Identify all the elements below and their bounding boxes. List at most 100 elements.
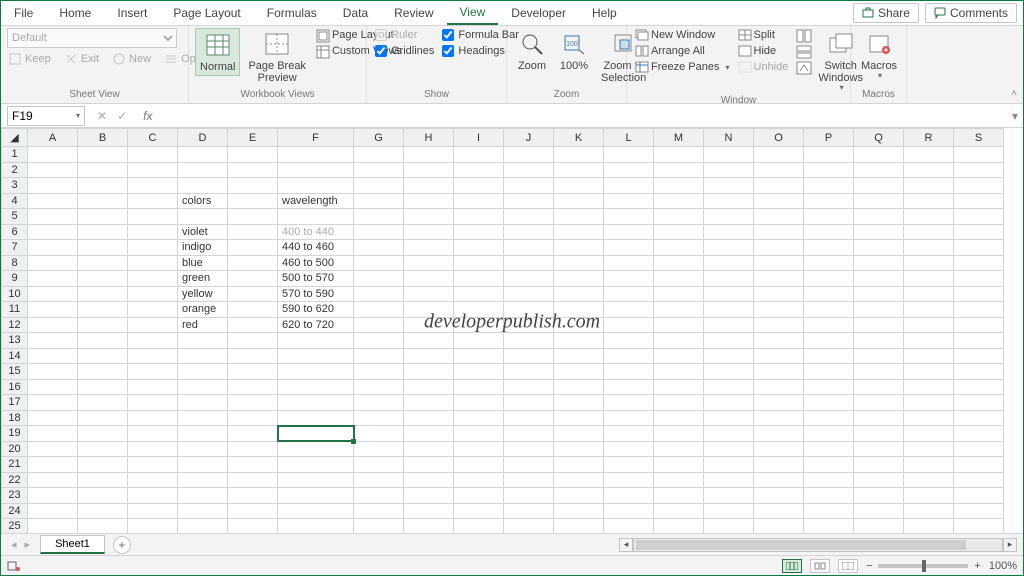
cell-F23[interactable]: [278, 488, 354, 504]
cell-Q18[interactable]: [854, 410, 904, 426]
cell-L12[interactable]: [604, 317, 654, 333]
pagebreak-button[interactable]: Page Break Preview: [244, 28, 309, 86]
cell-E19[interactable]: [228, 426, 278, 442]
scroll-left-button[interactable]: ◂: [619, 538, 633, 552]
cell-R24[interactable]: [904, 503, 954, 519]
cell-L4[interactable]: [604, 193, 654, 209]
cell-O3[interactable]: [754, 178, 804, 194]
cell-J22[interactable]: [504, 472, 554, 488]
cell-A21[interactable]: [28, 457, 78, 473]
cell-G25[interactable]: [354, 519, 404, 534]
cell-G24[interactable]: [354, 503, 404, 519]
cell-H1[interactable]: [404, 147, 454, 163]
cell-G3[interactable]: [354, 178, 404, 194]
cell-H12[interactable]: [404, 317, 454, 333]
cell-R2[interactable]: [904, 162, 954, 178]
cell-H21[interactable]: [404, 457, 454, 473]
cell-R4[interactable]: [904, 193, 954, 209]
cell-K8[interactable]: [554, 255, 604, 271]
cell-G2[interactable]: [354, 162, 404, 178]
cell-M14[interactable]: [654, 348, 704, 364]
cell-P20[interactable]: [804, 441, 854, 457]
cell-S14[interactable]: [954, 348, 1004, 364]
cell-S16[interactable]: [954, 379, 1004, 395]
cell-K10[interactable]: [554, 286, 604, 302]
cell-P4[interactable]: [804, 193, 854, 209]
cell-J13[interactable]: [504, 333, 554, 349]
cell-N12[interactable]: [704, 317, 754, 333]
tab-review[interactable]: Review: [381, 2, 446, 24]
cell-Q2[interactable]: [854, 162, 904, 178]
cell-E1[interactable]: [228, 147, 278, 163]
cell-S22[interactable]: [954, 472, 1004, 488]
cell-N3[interactable]: [704, 178, 754, 194]
cell-A20[interactable]: [28, 441, 78, 457]
cell-N9[interactable]: [704, 271, 754, 287]
cell-G9[interactable]: [354, 271, 404, 287]
cell-N5[interactable]: [704, 209, 754, 225]
cell-J25[interactable]: [504, 519, 554, 534]
cell-E7[interactable]: [228, 240, 278, 256]
cell-C9[interactable]: [128, 271, 178, 287]
cell-M17[interactable]: [654, 395, 704, 411]
cell-F13[interactable]: [278, 333, 354, 349]
new-button[interactable]: New: [111, 52, 153, 66]
cell-I23[interactable]: [454, 488, 504, 504]
cell-K14[interactable]: [554, 348, 604, 364]
cell-K11[interactable]: [554, 302, 604, 318]
cell-E12[interactable]: [228, 317, 278, 333]
cell-B8[interactable]: [78, 255, 128, 271]
cell-P25[interactable]: [804, 519, 854, 534]
cell-J17[interactable]: [504, 395, 554, 411]
cell-Q17[interactable]: [854, 395, 904, 411]
cell-N15[interactable]: [704, 364, 754, 380]
cell-E11[interactable]: [228, 302, 278, 318]
cell-A1[interactable]: [28, 147, 78, 163]
cell-D21[interactable]: [178, 457, 228, 473]
cell-O1[interactable]: [754, 147, 804, 163]
cell-C13[interactable]: [128, 333, 178, 349]
cell-H23[interactable]: [404, 488, 454, 504]
cell-K15[interactable]: [554, 364, 604, 380]
cell-F20[interactable]: [278, 441, 354, 457]
cell-R16[interactable]: [904, 379, 954, 395]
cell-L22[interactable]: [604, 472, 654, 488]
tab-home[interactable]: Home: [46, 2, 104, 24]
cell-B11[interactable]: [78, 302, 128, 318]
cell-K23[interactable]: [554, 488, 604, 504]
cell-A7[interactable]: [28, 240, 78, 256]
cell-M16[interactable]: [654, 379, 704, 395]
cell-N13[interactable]: [704, 333, 754, 349]
cell-K12[interactable]: [554, 317, 604, 333]
cell-R9[interactable]: [904, 271, 954, 287]
cell-C6[interactable]: [128, 224, 178, 240]
cell-P9[interactable]: [804, 271, 854, 287]
cell-M9[interactable]: [654, 271, 704, 287]
tab-developer[interactable]: Developer: [498, 2, 579, 24]
cell-K22[interactable]: [554, 472, 604, 488]
row-header-25[interactable]: 25: [2, 519, 28, 534]
sheet-nav-prev[interactable]: ◂: [11, 538, 17, 551]
cell-E21[interactable]: [228, 457, 278, 473]
hide-button[interactable]: Hide: [736, 44, 791, 58]
cell-M23[interactable]: [654, 488, 704, 504]
select-all-cell[interactable]: ◢: [2, 129, 28, 147]
cell-P22[interactable]: [804, 472, 854, 488]
cell-I2[interactable]: [454, 162, 504, 178]
cell-A12[interactable]: [28, 317, 78, 333]
cell-L8[interactable]: [604, 255, 654, 271]
cell-N7[interactable]: [704, 240, 754, 256]
cell-B2[interactable]: [78, 162, 128, 178]
cell-J16[interactable]: [504, 379, 554, 395]
col-header-F[interactable]: F: [278, 129, 354, 147]
row-header-24[interactable]: 24: [2, 503, 28, 519]
cell-B3[interactable]: [78, 178, 128, 194]
cell-M19[interactable]: [654, 426, 704, 442]
cell-E20[interactable]: [228, 441, 278, 457]
col-header-G[interactable]: G: [354, 129, 404, 147]
comments-button[interactable]: Comments: [925, 3, 1017, 23]
tab-data[interactable]: Data: [330, 2, 381, 24]
cell-J10[interactable]: [504, 286, 554, 302]
cell-K25[interactable]: [554, 519, 604, 534]
viewsidebyside-button[interactable]: [794, 28, 810, 42]
